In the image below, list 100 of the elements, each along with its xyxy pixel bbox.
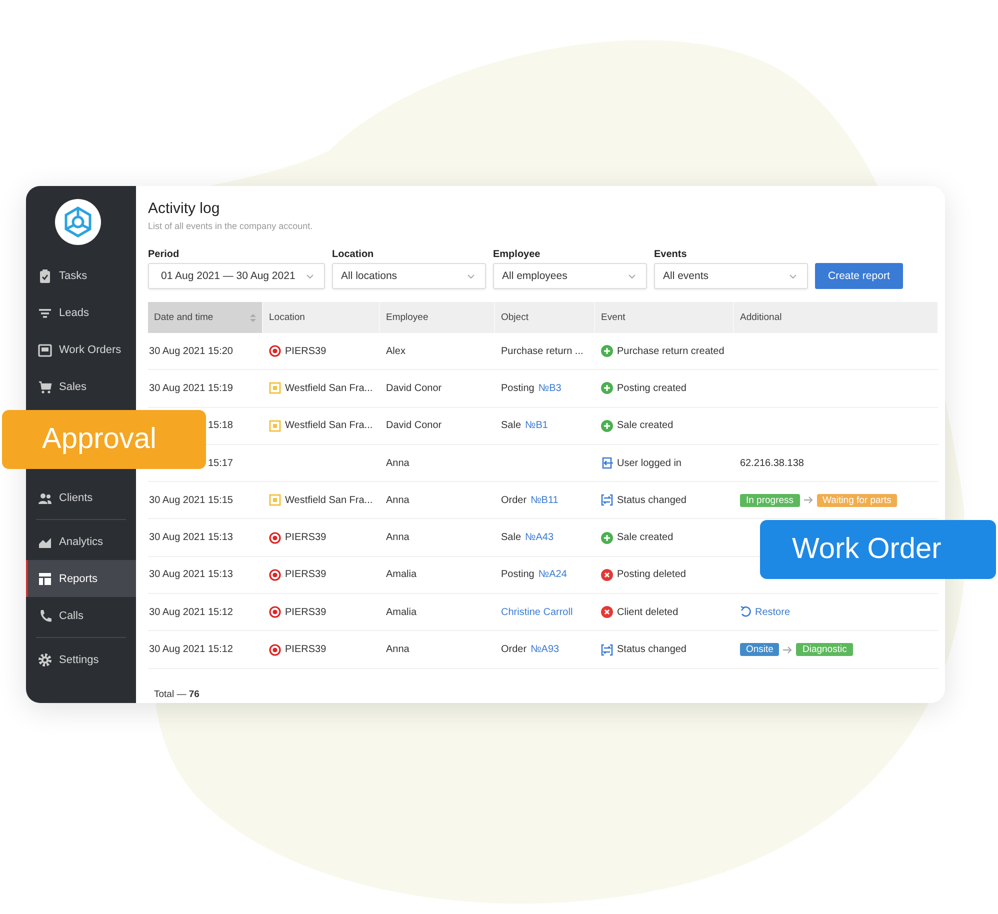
dropdown[interactable]: All employees bbox=[493, 263, 647, 289]
swap-icon bbox=[601, 494, 613, 506]
date-cell: 30 Aug 2021 15:12 bbox=[149, 606, 233, 618]
filter-label: Employee bbox=[493, 249, 542, 260]
object-link[interactable]: №A93 bbox=[530, 644, 560, 656]
cross-icon bbox=[601, 606, 613, 618]
object-link[interactable]: №A43 bbox=[525, 532, 554, 544]
employee-name: Anna bbox=[386, 458, 410, 469]
people-icon bbox=[38, 490, 52, 504]
plus-icon bbox=[601, 532, 613, 544]
employee-name: Alex bbox=[386, 346, 406, 357]
column-header[interactable]: Event bbox=[595, 302, 734, 333]
filter-label: Events bbox=[654, 249, 688, 260]
dropdown[interactable]: All locations bbox=[332, 263, 486, 289]
object-text: Sale bbox=[501, 420, 522, 432]
date-cell: 30 Aug 2021 15:19 bbox=[149, 382, 233, 394]
location-name: PIERS39 bbox=[285, 644, 326, 656]
object-text: Order bbox=[501, 494, 527, 506]
chevron-icon bbox=[467, 274, 475, 278]
dropdown[interactable]: 01 Aug 2021 — 30 Aug 2021 bbox=[148, 263, 325, 289]
page-subtitle: List of all events in the company account. bbox=[148, 221, 314, 231]
logo-icon bbox=[55, 199, 101, 245]
phone-icon bbox=[38, 608, 52, 622]
employee-name: David Conor bbox=[386, 382, 442, 394]
event-text: Status changed bbox=[617, 644, 686, 656]
object-link[interactable]: №B1 bbox=[525, 420, 548, 432]
employee-name: Anna bbox=[386, 494, 410, 506]
chevron-icon bbox=[306, 274, 314, 278]
ip-address: 62.216.38.138 bbox=[740, 458, 804, 469]
target-icon bbox=[269, 644, 281, 656]
callout-label: Approval bbox=[2, 410, 206, 469]
column-header[interactable]: Additional bbox=[734, 302, 938, 333]
employee-name: Anna bbox=[386, 532, 410, 544]
object-text: Order bbox=[501, 644, 527, 656]
object-text: Purchase return ... bbox=[501, 346, 584, 357]
column-header[interactable]: Location bbox=[263, 302, 380, 333]
date-cell: 30 Aug 2021 15:12 bbox=[149, 644, 233, 656]
employee-name: Amalia bbox=[386, 606, 417, 618]
dropdown[interactable]: All events bbox=[654, 263, 808, 289]
location-name: Westfield San Fra... bbox=[285, 494, 373, 506]
target-icon bbox=[269, 606, 281, 618]
plus-icon bbox=[601, 345, 613, 358]
event-text: User logged in bbox=[617, 458, 682, 469]
target-icon bbox=[269, 532, 281, 544]
location-name: Westfield San Fra... bbox=[285, 420, 373, 432]
tray-icon bbox=[38, 342, 52, 356]
status-tag: Diagnostic bbox=[796, 643, 853, 656]
object-link[interactable]: №B3 bbox=[538, 382, 562, 394]
event-text: Sale created bbox=[617, 532, 674, 544]
login-icon bbox=[601, 457, 613, 470]
column-header[interactable]: Employee bbox=[380, 302, 495, 333]
cart-icon bbox=[38, 380, 52, 394]
event-text: Posting created bbox=[617, 382, 686, 394]
employee-name: Amalia bbox=[386, 569, 417, 580]
square-icon bbox=[269, 494, 281, 506]
location-name: PIERS39 bbox=[285, 532, 326, 544]
status-tag: Waiting for parts bbox=[816, 494, 898, 507]
object-link[interactable]: №B11 bbox=[530, 494, 558, 506]
chevron-icon bbox=[628, 274, 636, 278]
date-cell: 30 Aug 2021 15:13 bbox=[149, 532, 233, 544]
column-header[interactable]: Object bbox=[495, 302, 595, 333]
object-text: Posting bbox=[501, 569, 534, 580]
arrow-icon bbox=[804, 496, 813, 504]
status-tag: In progress bbox=[740, 494, 800, 507]
plus-icon bbox=[601, 420, 613, 432]
square-icon bbox=[269, 420, 281, 432]
settings-icon bbox=[38, 652, 52, 666]
target-icon bbox=[269, 568, 281, 581]
location-name: Westfield San Fra... bbox=[285, 382, 373, 394]
object-text: Posting bbox=[501, 382, 534, 394]
object-text: Sale bbox=[501, 532, 522, 544]
event-text: Posting deleted bbox=[617, 569, 686, 580]
location-name: PIERS39 bbox=[285, 569, 326, 580]
clipboard-icon bbox=[38, 268, 52, 282]
object-link[interactable]: Christine Carroll bbox=[501, 606, 573, 618]
restore-link[interactable]: Restore bbox=[740, 606, 790, 618]
date-cell: 30 Aug 2021 15:13 bbox=[149, 569, 233, 580]
filter-label: Period bbox=[148, 249, 180, 260]
sort-icon bbox=[250, 314, 256, 322]
event-text: Status changed bbox=[617, 494, 686, 506]
square-icon bbox=[269, 382, 281, 394]
date-cell: 30 Aug 2021 15:15 bbox=[149, 494, 233, 506]
layout-icon bbox=[38, 572, 52, 586]
total-count: Total — 76 bbox=[153, 688, 200, 702]
target-icon bbox=[269, 345, 281, 358]
object-link[interactable]: №A24 bbox=[538, 569, 567, 580]
filter-label: Location bbox=[332, 249, 375, 260]
date-cell: 30 Aug 2021 15:20 bbox=[149, 346, 233, 357]
create-report-button[interactable]: Create report bbox=[815, 263, 903, 289]
employee-name: Anna bbox=[386, 644, 410, 656]
location-name: PIERS39 bbox=[285, 346, 326, 357]
location-name: PIERS39 bbox=[285, 606, 326, 618]
page-title: Activity log bbox=[148, 200, 221, 217]
cross-icon bbox=[601, 568, 613, 581]
event-text: Sale created bbox=[617, 420, 674, 432]
undo-icon bbox=[740, 606, 751, 618]
arrow-icon bbox=[783, 646, 792, 654]
sidebar-item[interactable]: Reports bbox=[26, 560, 136, 597]
column-header[interactable]: Date and time bbox=[148, 302, 263, 333]
employee-name: David Conor bbox=[386, 420, 442, 432]
